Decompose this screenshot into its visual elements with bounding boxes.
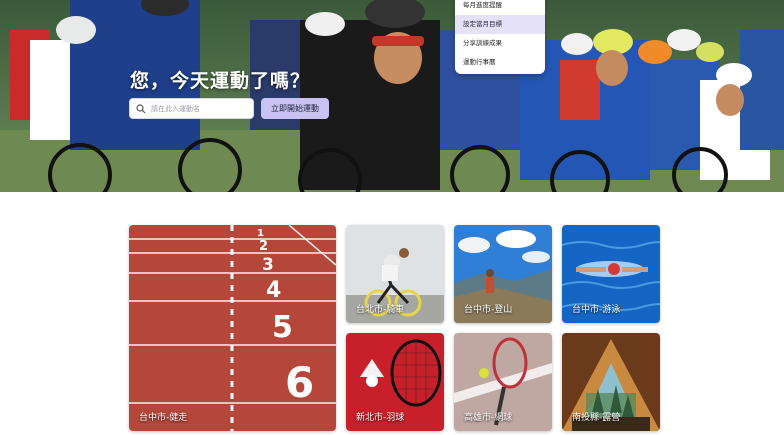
card-label: 高雄市-網球 [464,413,513,423]
svg-text:1: 1 [257,228,264,239]
card-label: 台中市-健走 [139,413,188,423]
activity-card-camping[interactable]: 南投縣-露營 [562,333,660,431]
activity-card-hiking[interactable]: 台中市-登山 [454,225,552,323]
svg-text:3: 3 [262,255,274,275]
activity-card-swimming[interactable]: 台中市-游泳 [562,225,660,323]
search-icon [136,103,146,113]
cyclists-hero-image [0,0,784,192]
sport-search-box[interactable] [129,98,254,119]
activity-card-tennis[interactable]: 高雄市-網球 [454,333,552,431]
menu-item-share-results[interactable]: 分享訓練成果 [455,34,545,53]
hero-title: 您，今天運動了嗎？ [130,70,311,92]
card-label: 新北市-羽球 [356,413,405,423]
svg-text:4: 4 [266,278,281,303]
user-dropdown-menu: 每月進度提醒 設定當月目標 分享訓練成果 運動行事曆 [455,0,545,74]
running-track-image: 1 2 3 4 5 6 [129,225,336,431]
card-label: 台北市-騎車 [356,305,405,315]
svg-text:6: 6 [285,358,314,407]
card-label: 台中市-游泳 [572,305,621,315]
card-label: 南投縣-露營 [572,413,621,423]
start-exercise-button[interactable]: 立即開始運動 [261,98,329,119]
activity-card-walking[interactable]: 1 2 3 4 5 6 台中市-健走 [129,225,336,431]
activity-card-cycling[interactable]: 台北市-騎車 [346,225,444,323]
card-label: 台中市-登山 [464,305,513,315]
menu-item-calendar[interactable]: 運動行事曆 [455,53,545,72]
activity-card-badminton[interactable]: 新北市-羽球 [346,333,444,431]
sport-search-input[interactable] [151,104,251,113]
hero-banner: 您，今天運動了嗎？ 立即開始運動 [0,0,784,192]
svg-text:2: 2 [259,239,268,254]
svg-text:5: 5 [272,310,293,345]
menu-item-set-monthly-goal[interactable]: 設定當月目標 [455,15,545,34]
menu-item-monthly-reminder[interactable]: 每月進度提醒 [455,0,545,15]
